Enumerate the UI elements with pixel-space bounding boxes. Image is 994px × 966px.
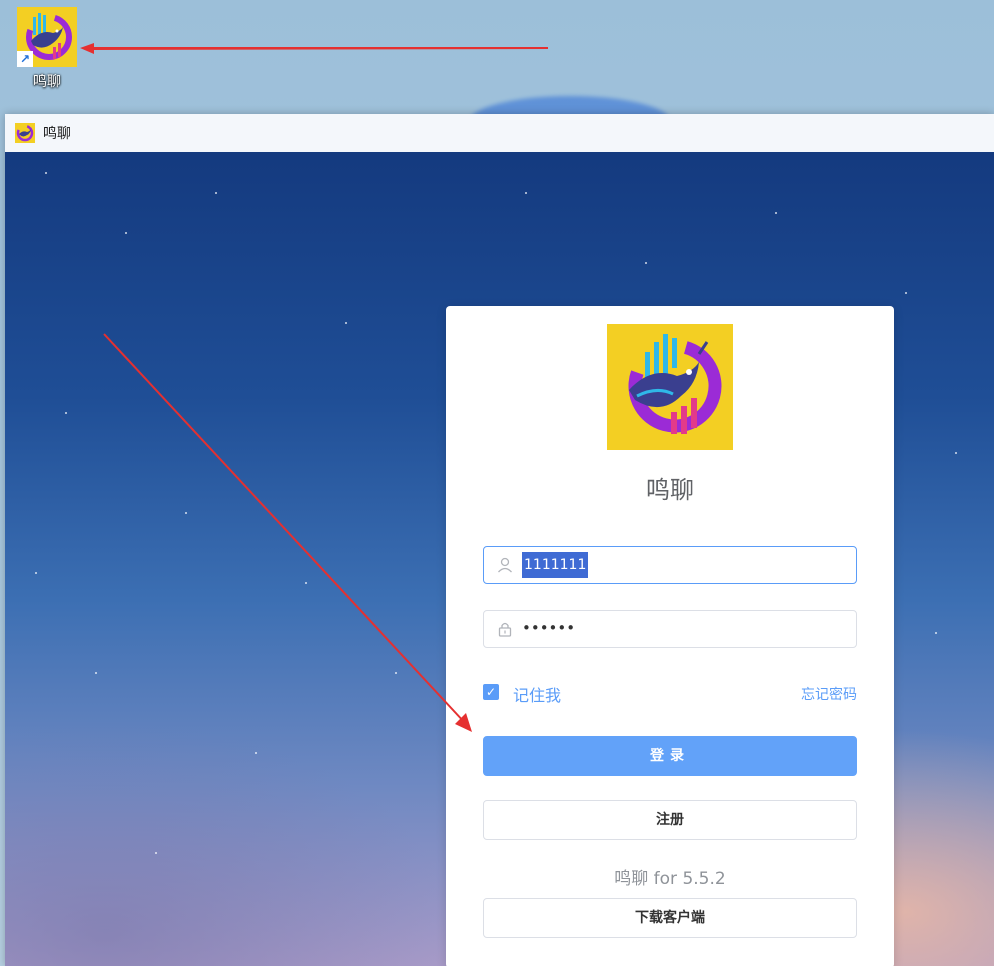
password-field[interactable]: ••••••	[483, 610, 857, 648]
login-card: 鸣聊 1111111 •••••• ✓ 记住我 忘记密码 登录 注册 鸣聊 fo…	[446, 306, 894, 966]
app-logo-icon	[607, 324, 733, 450]
star	[35, 572, 37, 574]
star	[955, 452, 957, 454]
star	[395, 672, 397, 674]
app-window: 鸣聊 鸣聊 1111111 •••••• ✓ 记住我 忘记密码 登录 注册 鸣聊…	[5, 114, 994, 966]
shortcut-arrow-icon: ↗	[17, 51, 33, 67]
username-input[interactable]: 1111111	[522, 552, 589, 578]
password-input[interactable]: ••••••	[522, 619, 575, 637]
arrow-to-desktop-icon	[80, 43, 548, 54]
star	[255, 752, 257, 754]
star	[95, 672, 97, 674]
remember-me-label: 记住我	[513, 686, 562, 705]
login-button[interactable]: 登录	[483, 736, 857, 776]
star	[65, 412, 67, 414]
star	[305, 582, 307, 584]
version-text: 鸣聊 for 5.5.2	[614, 869, 726, 889]
brand-title: 鸣聊	[646, 476, 694, 504]
star	[905, 292, 907, 294]
star	[935, 632, 937, 634]
star	[45, 172, 47, 174]
username-field[interactable]: 1111111	[483, 546, 857, 584]
star	[645, 262, 647, 264]
star	[775, 212, 777, 214]
star	[125, 232, 127, 234]
user-icon	[496, 556, 514, 574]
window-title: 鸣聊	[43, 126, 71, 142]
lock-icon	[496, 620, 514, 638]
star	[525, 192, 527, 194]
login-background: 鸣聊 1111111 •••••• ✓ 记住我 忘记密码 登录 注册 鸣聊 fo…	[5, 152, 994, 966]
star	[185, 512, 187, 514]
star	[345, 322, 347, 324]
star	[155, 852, 157, 854]
star	[215, 192, 217, 194]
forgot-password-link[interactable]: 忘记密码	[801, 684, 857, 704]
check-icon[interactable]: ✓	[483, 684, 499, 700]
app-logo-icon	[15, 123, 35, 143]
download-client-button[interactable]: 下载客户端	[483, 898, 857, 938]
desktop-shortcut-minglia[interactable]: ↗ 鸣聊	[10, 5, 84, 95]
window-titlebar[interactable]: 鸣聊	[5, 114, 994, 153]
desktop-icon-label: 鸣聊	[33, 74, 61, 90]
register-button[interactable]: 注册	[483, 800, 857, 840]
